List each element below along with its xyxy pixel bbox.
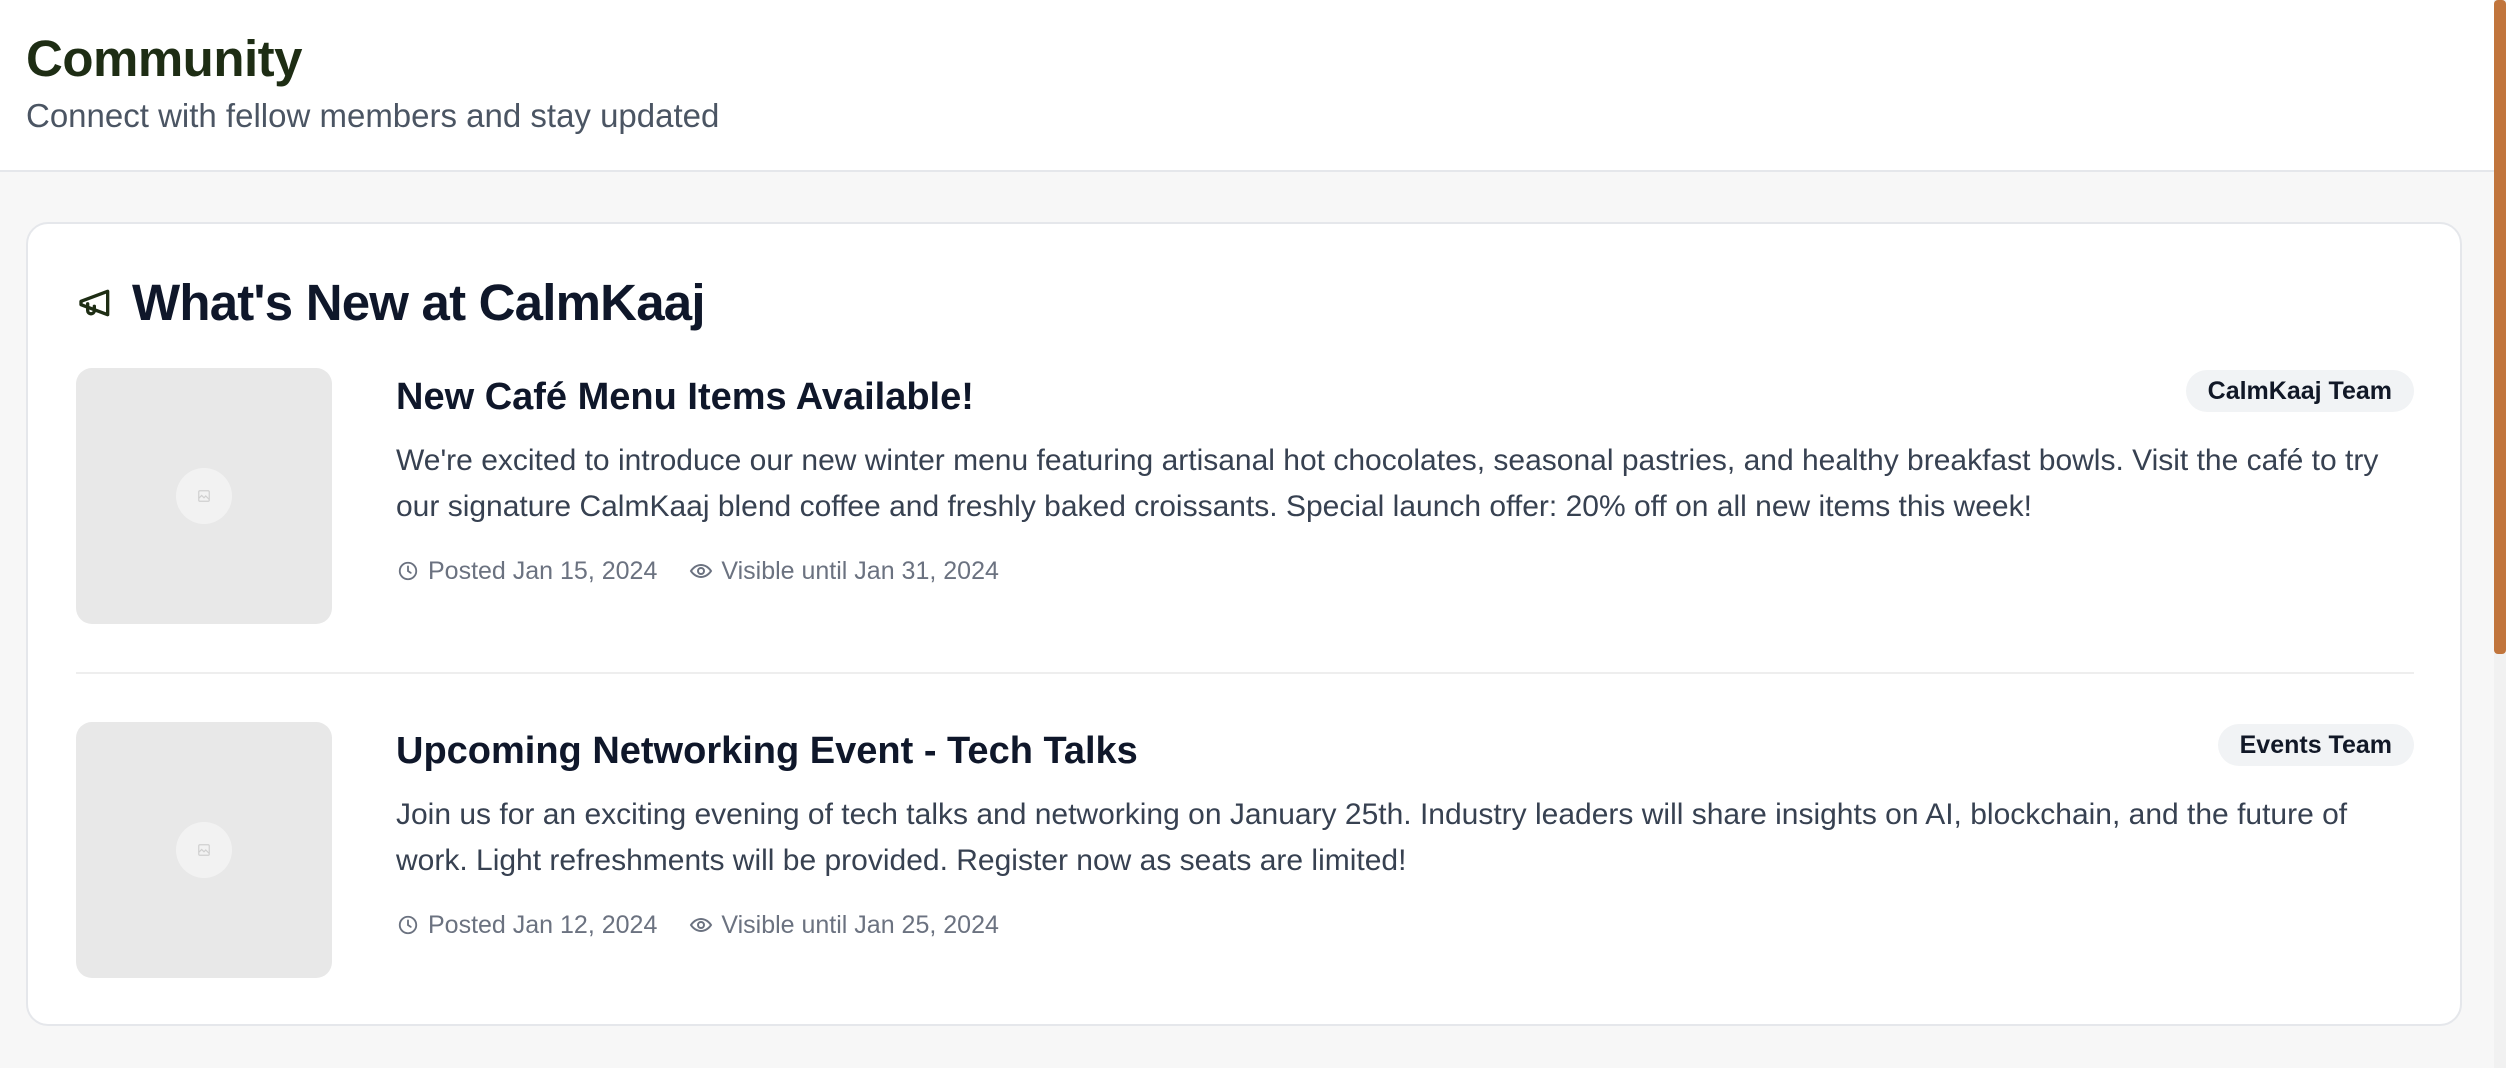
page-title: Community bbox=[26, 30, 303, 87]
posted-date: Posted Jan 12, 2024 bbox=[396, 908, 657, 942]
news-item-meta: Posted Jan 12, 2024 Visible until Jan 25… bbox=[396, 908, 999, 942]
visible-until-text: Visible until Jan 25, 2024 bbox=[721, 911, 999, 939]
visible-until: Visible until Jan 25, 2024 bbox=[689, 908, 999, 942]
scrollbar-track[interactable] bbox=[2494, 0, 2506, 1068]
clock-icon bbox=[396, 559, 420, 583]
whats-new-title: What's New at CalmKaaj bbox=[132, 274, 705, 331]
news-item-body: We're excited to introduce our new winte… bbox=[396, 444, 2379, 523]
visible-until-text: Visible until Jan 31, 2024 bbox=[721, 557, 999, 585]
image-placeholder-icon bbox=[176, 822, 232, 878]
posted-date-text: Posted Jan 12, 2024 bbox=[428, 911, 658, 939]
news-item-title[interactable]: Upcoming Networking Event - Tech Talks bbox=[396, 726, 1138, 776]
whats-new-card: What's New at CalmKaaj New Café Menu Ite… bbox=[26, 222, 2462, 1026]
page-header: Community Connect with fellow members an… bbox=[0, 0, 2494, 172]
news-item-meta: Posted Jan 15, 2024 Visible until Jan 31… bbox=[396, 554, 999, 588]
posted-date: Posted Jan 15, 2024 bbox=[396, 554, 657, 588]
news-item[interactable]: New Café Menu Items Available! CalmKaaj … bbox=[76, 368, 2414, 624]
whats-new-header: What's New at CalmKaaj bbox=[76, 268, 705, 338]
news-item-title[interactable]: New Café Menu Items Available! bbox=[396, 372, 974, 422]
item-divider bbox=[76, 672, 2414, 674]
scrollbar-thumb[interactable] bbox=[2494, 0, 2506, 654]
author-badge: CalmKaaj Team bbox=[2185, 370, 2414, 412]
page-subtitle: Connect with fellow members and stay upd… bbox=[26, 97, 720, 134]
clock-icon bbox=[396, 913, 420, 937]
news-thumbnail bbox=[76, 368, 332, 624]
news-item[interactable]: Upcoming Networking Event - Tech Talks E… bbox=[76, 722, 2414, 978]
eye-icon bbox=[689, 913, 713, 937]
eye-icon bbox=[689, 559, 713, 583]
news-item-body: Join us for an exciting evening of tech … bbox=[396, 798, 2348, 877]
visible-until: Visible until Jan 31, 2024 bbox=[689, 554, 999, 588]
posted-date-text: Posted Jan 15, 2024 bbox=[428, 557, 658, 585]
megaphone-icon bbox=[76, 283, 116, 323]
author-badge: Events Team bbox=[2217, 724, 2414, 766]
news-thumbnail bbox=[76, 722, 332, 978]
image-placeholder-icon bbox=[176, 468, 232, 524]
